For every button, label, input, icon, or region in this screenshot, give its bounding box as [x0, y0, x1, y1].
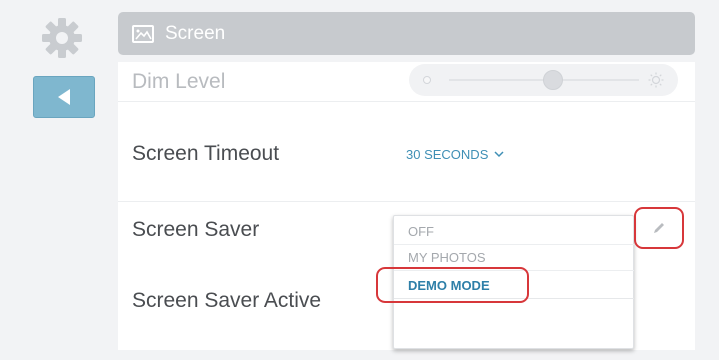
highlight-edit-button — [634, 207, 684, 249]
screen-timeout-select[interactable]: 30 SECONDS — [406, 147, 504, 162]
page-title: Screen — [165, 22, 226, 44]
brightness-icon — [648, 72, 664, 88]
screen-image-icon — [132, 24, 154, 43]
back-arrow-icon — [58, 89, 70, 105]
highlight-demo-mode — [376, 267, 529, 303]
dim-min-icon — [423, 76, 431, 84]
dim-level-slider[interactable] — [409, 64, 678, 96]
chevron-down-icon — [494, 151, 504, 158]
dropdown-option-off[interactable]: OFF — [394, 219, 634, 245]
gear-icon[interactable] — [40, 16, 84, 60]
dim-level-row: Dim Level — [118, 62, 695, 102]
screen-saver-active-label: Screen Saver Active — [132, 289, 322, 312]
dim-level-label: Dim Level — [132, 70, 226, 93]
screen-timeout-value: 30 SECONDS — [406, 147, 489, 162]
screen-saver-label: Screen Saver — [132, 218, 260, 241]
page-header: Screen — [118, 12, 695, 55]
screen-timeout-label: Screen Timeout — [132, 142, 280, 165]
slider-knob[interactable] — [543, 70, 563, 90]
back-button[interactable] — [33, 76, 95, 118]
screen-timeout-row: Screen Timeout 30 SECONDS — [118, 102, 695, 202]
